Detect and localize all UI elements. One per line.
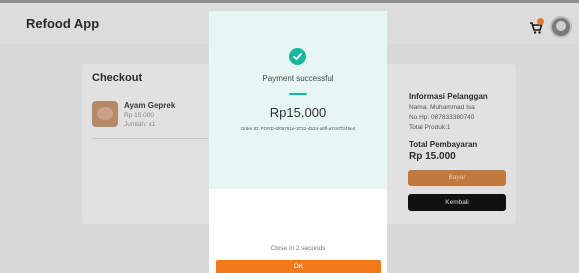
status-divider (289, 93, 307, 95)
modal-amount: Rp15.000 (269, 105, 327, 120)
item-price: Rp 15.000 (124, 112, 154, 119)
pay-button[interactable]: Bayar (408, 170, 506, 186)
item-thumbnail (92, 101, 118, 127)
app-title: Refood App (26, 16, 100, 31)
avatar[interactable] (550, 16, 572, 38)
order-id: Order ID: FORD-6f06761e-3722-4524-a8ff-a… (240, 126, 356, 131)
back-button[interactable]: Kembali (408, 194, 506, 211)
item-divider (92, 138, 210, 139)
payment-modal: Payment successful Rp15.000 Order ID: FO… (209, 11, 387, 273)
payment-status-text: Payment successful (262, 74, 334, 83)
customer-name: Nama: Muhammad Isa (409, 104, 475, 111)
payment-total-amount: Rp 15.000 (409, 151, 456, 162)
checkout-title: Checkout (92, 72, 143, 84)
customer-phone: No Hp: 087833380740 (409, 114, 475, 121)
cart-badge (537, 18, 544, 25)
close-countdown: Close in 2 seconds (270, 245, 326, 252)
check-circle-icon (289, 48, 306, 65)
ok-button[interactable]: OK (216, 260, 381, 273)
item-quantity: Jumlah: x1 (124, 121, 156, 128)
customer-total-products: Total Produk:1 (409, 124, 451, 131)
item-name: Ayam Geprek (124, 101, 176, 110)
payment-total-title: Total Pembayaran (409, 140, 478, 149)
customer-info-title: Informasi Pelanggan (409, 92, 488, 101)
modal-success-panel: Payment successful Rp15.000 Order ID: FO… (209, 11, 387, 189)
